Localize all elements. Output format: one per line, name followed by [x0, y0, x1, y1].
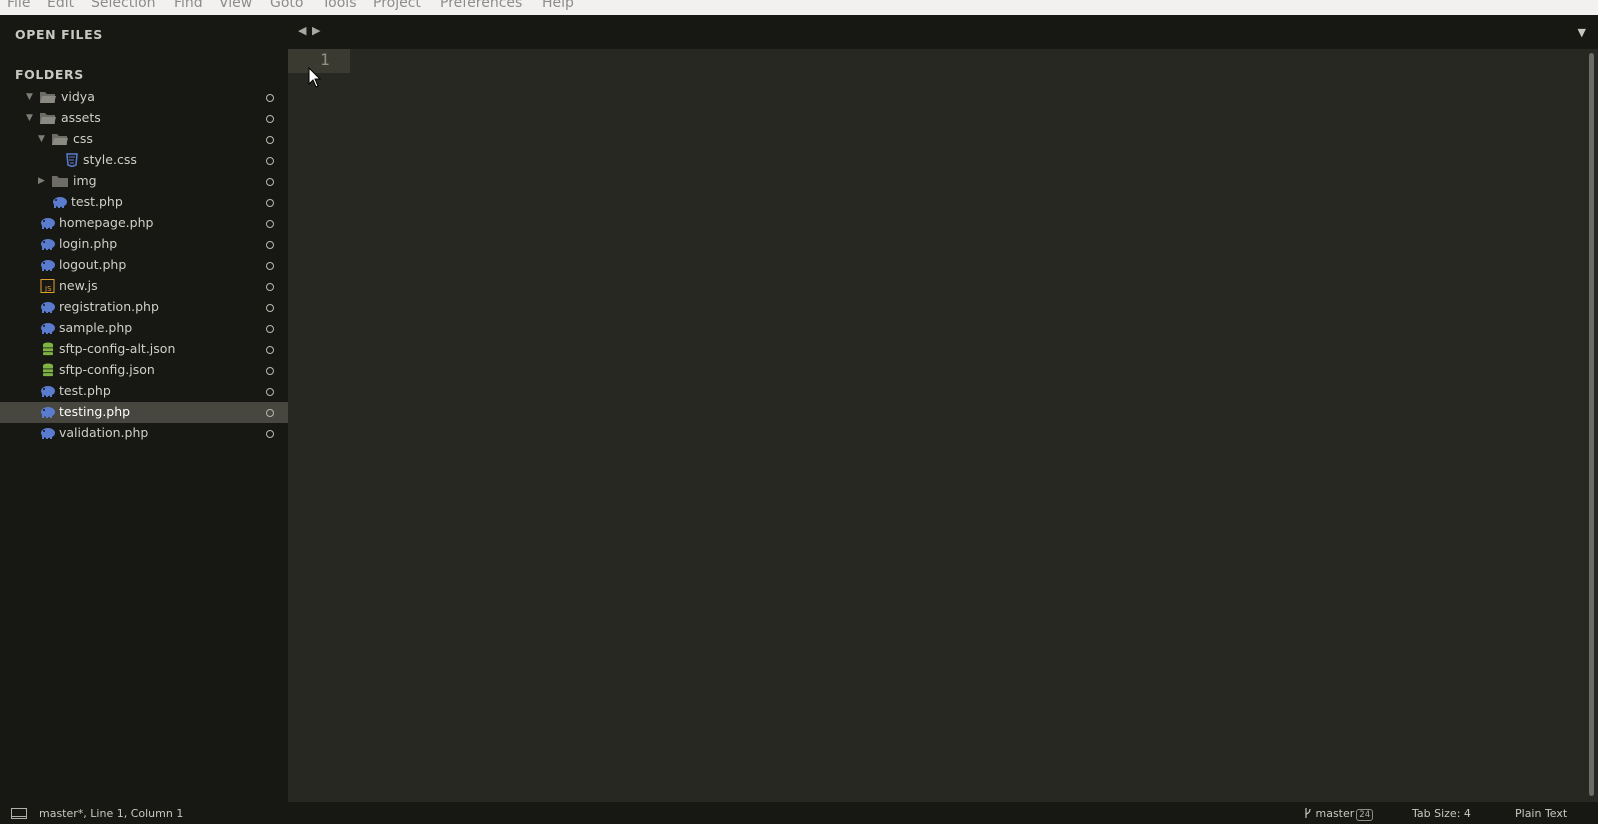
branch-change-count: 24 [1356, 809, 1374, 821]
close-circle-icon[interactable] [266, 304, 274, 312]
tree-label: new.js [59, 278, 98, 293]
close-circle-icon[interactable] [266, 283, 274, 291]
close-circle-icon[interactable] [266, 115, 274, 123]
tree-folder-img[interactable]: ▶ img [0, 171, 288, 192]
vertical-scrollbar[interactable] [1589, 53, 1594, 796]
tree-label: logout.php [59, 257, 127, 272]
close-circle-icon[interactable] [266, 199, 274, 207]
tree-file-login-php[interactable]: login.php [0, 234, 288, 255]
tree-folder-css[interactable]: ▼ css [0, 129, 288, 150]
tree-label: test.php [59, 383, 111, 398]
tree-folder-vidya[interactable]: ▼ vidya [0, 87, 288, 108]
close-circle-icon[interactable] [266, 388, 274, 396]
branch-name: master [1315, 807, 1355, 820]
tree-file-logout-php[interactable]: logout.php [0, 255, 288, 276]
tab-next-icon[interactable]: ▶ [312, 24, 320, 37]
tree-file-registration-php[interactable]: registration.php [0, 297, 288, 318]
close-circle-icon[interactable] [266, 178, 274, 186]
tree-file-homepage-php[interactable]: homepage.php [0, 213, 288, 234]
tree-file-validation-php[interactable]: validation.php [0, 423, 288, 444]
close-circle-icon[interactable] [266, 367, 274, 375]
sidebar: OPEN FILES FOLDERS ▼ vidya ▼ assets ▼ css styl… [0, 15, 288, 802]
menu-project[interactable]: Project [373, 0, 421, 11]
close-circle-icon[interactable] [266, 409, 274, 417]
menu-help[interactable]: Help [542, 0, 574, 11]
tab-prev-icon[interactable]: ◀ [298, 24, 306, 37]
tree-label: testing.php [59, 404, 131, 419]
chevron-down-icon[interactable]: ▼ [26, 111, 36, 125]
folders-header: FOLDERS [15, 67, 84, 82]
menu-preferences[interactable]: Preferences [440, 0, 522, 11]
tree-file-sftp-config-alt-json[interactable]: sftp-config-alt.json [0, 339, 288, 360]
close-circle-icon[interactable] [266, 241, 274, 249]
menu-view[interactable]: View [219, 0, 252, 11]
close-circle-icon[interactable] [266, 220, 274, 228]
editor-area[interactable]: 1 [288, 49, 1598, 802]
close-circle-icon[interactable] [266, 262, 274, 270]
open-files-header: OPEN FILES [15, 27, 103, 42]
tree-label: style.css [83, 152, 137, 167]
close-circle-icon[interactable] [266, 346, 274, 354]
tree-file-new-js[interactable]: JS new.js [0, 276, 288, 297]
close-circle-icon[interactable] [266, 94, 274, 102]
tree-label: validation.php [59, 425, 149, 440]
close-circle-icon[interactable] [266, 157, 274, 165]
chevron-right-icon[interactable]: ▶ [38, 174, 48, 188]
menu-tools[interactable]: Tools [322, 0, 357, 11]
panel-toggle-icon[interactable] [11, 808, 27, 819]
tree-label: css [73, 131, 93, 146]
tree-folder-assets[interactable]: ▼ assets [0, 108, 288, 129]
svg-text:JS: JS [44, 285, 52, 293]
tree-label: img [73, 173, 97, 188]
status-bar: master*, Line 1, Column 1 master 24 Tab S… [0, 802, 1598, 824]
status-position: master*, Line 1, Column 1 [39, 807, 184, 820]
git-branch-icon [1305, 808, 1311, 818]
tree-file-test-php[interactable]: test.php [0, 192, 288, 213]
tree-label: registration.php [59, 299, 159, 314]
chevron-down-icon[interactable]: ▼ [38, 132, 48, 146]
tree-file-test-php[interactable]: test.php [0, 381, 288, 402]
menu-selection[interactable]: Selection [91, 0, 156, 11]
tab-bar: ◀ ▶ ▼ [288, 15, 1598, 49]
close-circle-icon[interactable] [266, 325, 274, 333]
tab-dropdown-icon[interactable]: ▼ [1578, 26, 1586, 39]
tree-label: assets [61, 110, 101, 125]
menu-file[interactable]: File [7, 0, 30, 11]
menu-bar: File Edit Selection Find View Goto Tools… [0, 0, 1598, 15]
tree-file-sample-php[interactable]: sample.php [0, 318, 288, 339]
tree-label: sftp-config.json [59, 362, 155, 377]
close-circle-icon[interactable] [266, 136, 274, 144]
tree-label: sftp-config-alt.json [59, 341, 176, 356]
tree-file-testing-php[interactable]: testing.php [0, 402, 288, 423]
git-branch-indicator[interactable]: master 24 [1304, 807, 1374, 821]
chevron-down-icon[interactable]: ▼ [26, 90, 36, 104]
syntax-selector[interactable]: Plain Text [1515, 807, 1567, 820]
tree-file-sftp-config-json[interactable]: sftp-config.json [0, 360, 288, 381]
tree-label: login.php [59, 236, 118, 251]
menu-goto[interactable]: Goto [270, 0, 303, 11]
tree-label: test.php [71, 194, 123, 209]
tab-size-selector[interactable]: Tab Size: 4 [1412, 807, 1471, 820]
menu-edit[interactable]: Edit [47, 0, 74, 11]
tree-file-style-css[interactable]: style.css [0, 150, 288, 171]
tree-label: vidya [61, 89, 95, 104]
menu-find[interactable]: Find [174, 0, 203, 11]
tree-label: sample.php [59, 320, 133, 335]
close-circle-icon[interactable] [266, 430, 274, 438]
tree-label: homepage.php [59, 215, 154, 230]
mouse-pointer-icon [308, 67, 322, 88]
